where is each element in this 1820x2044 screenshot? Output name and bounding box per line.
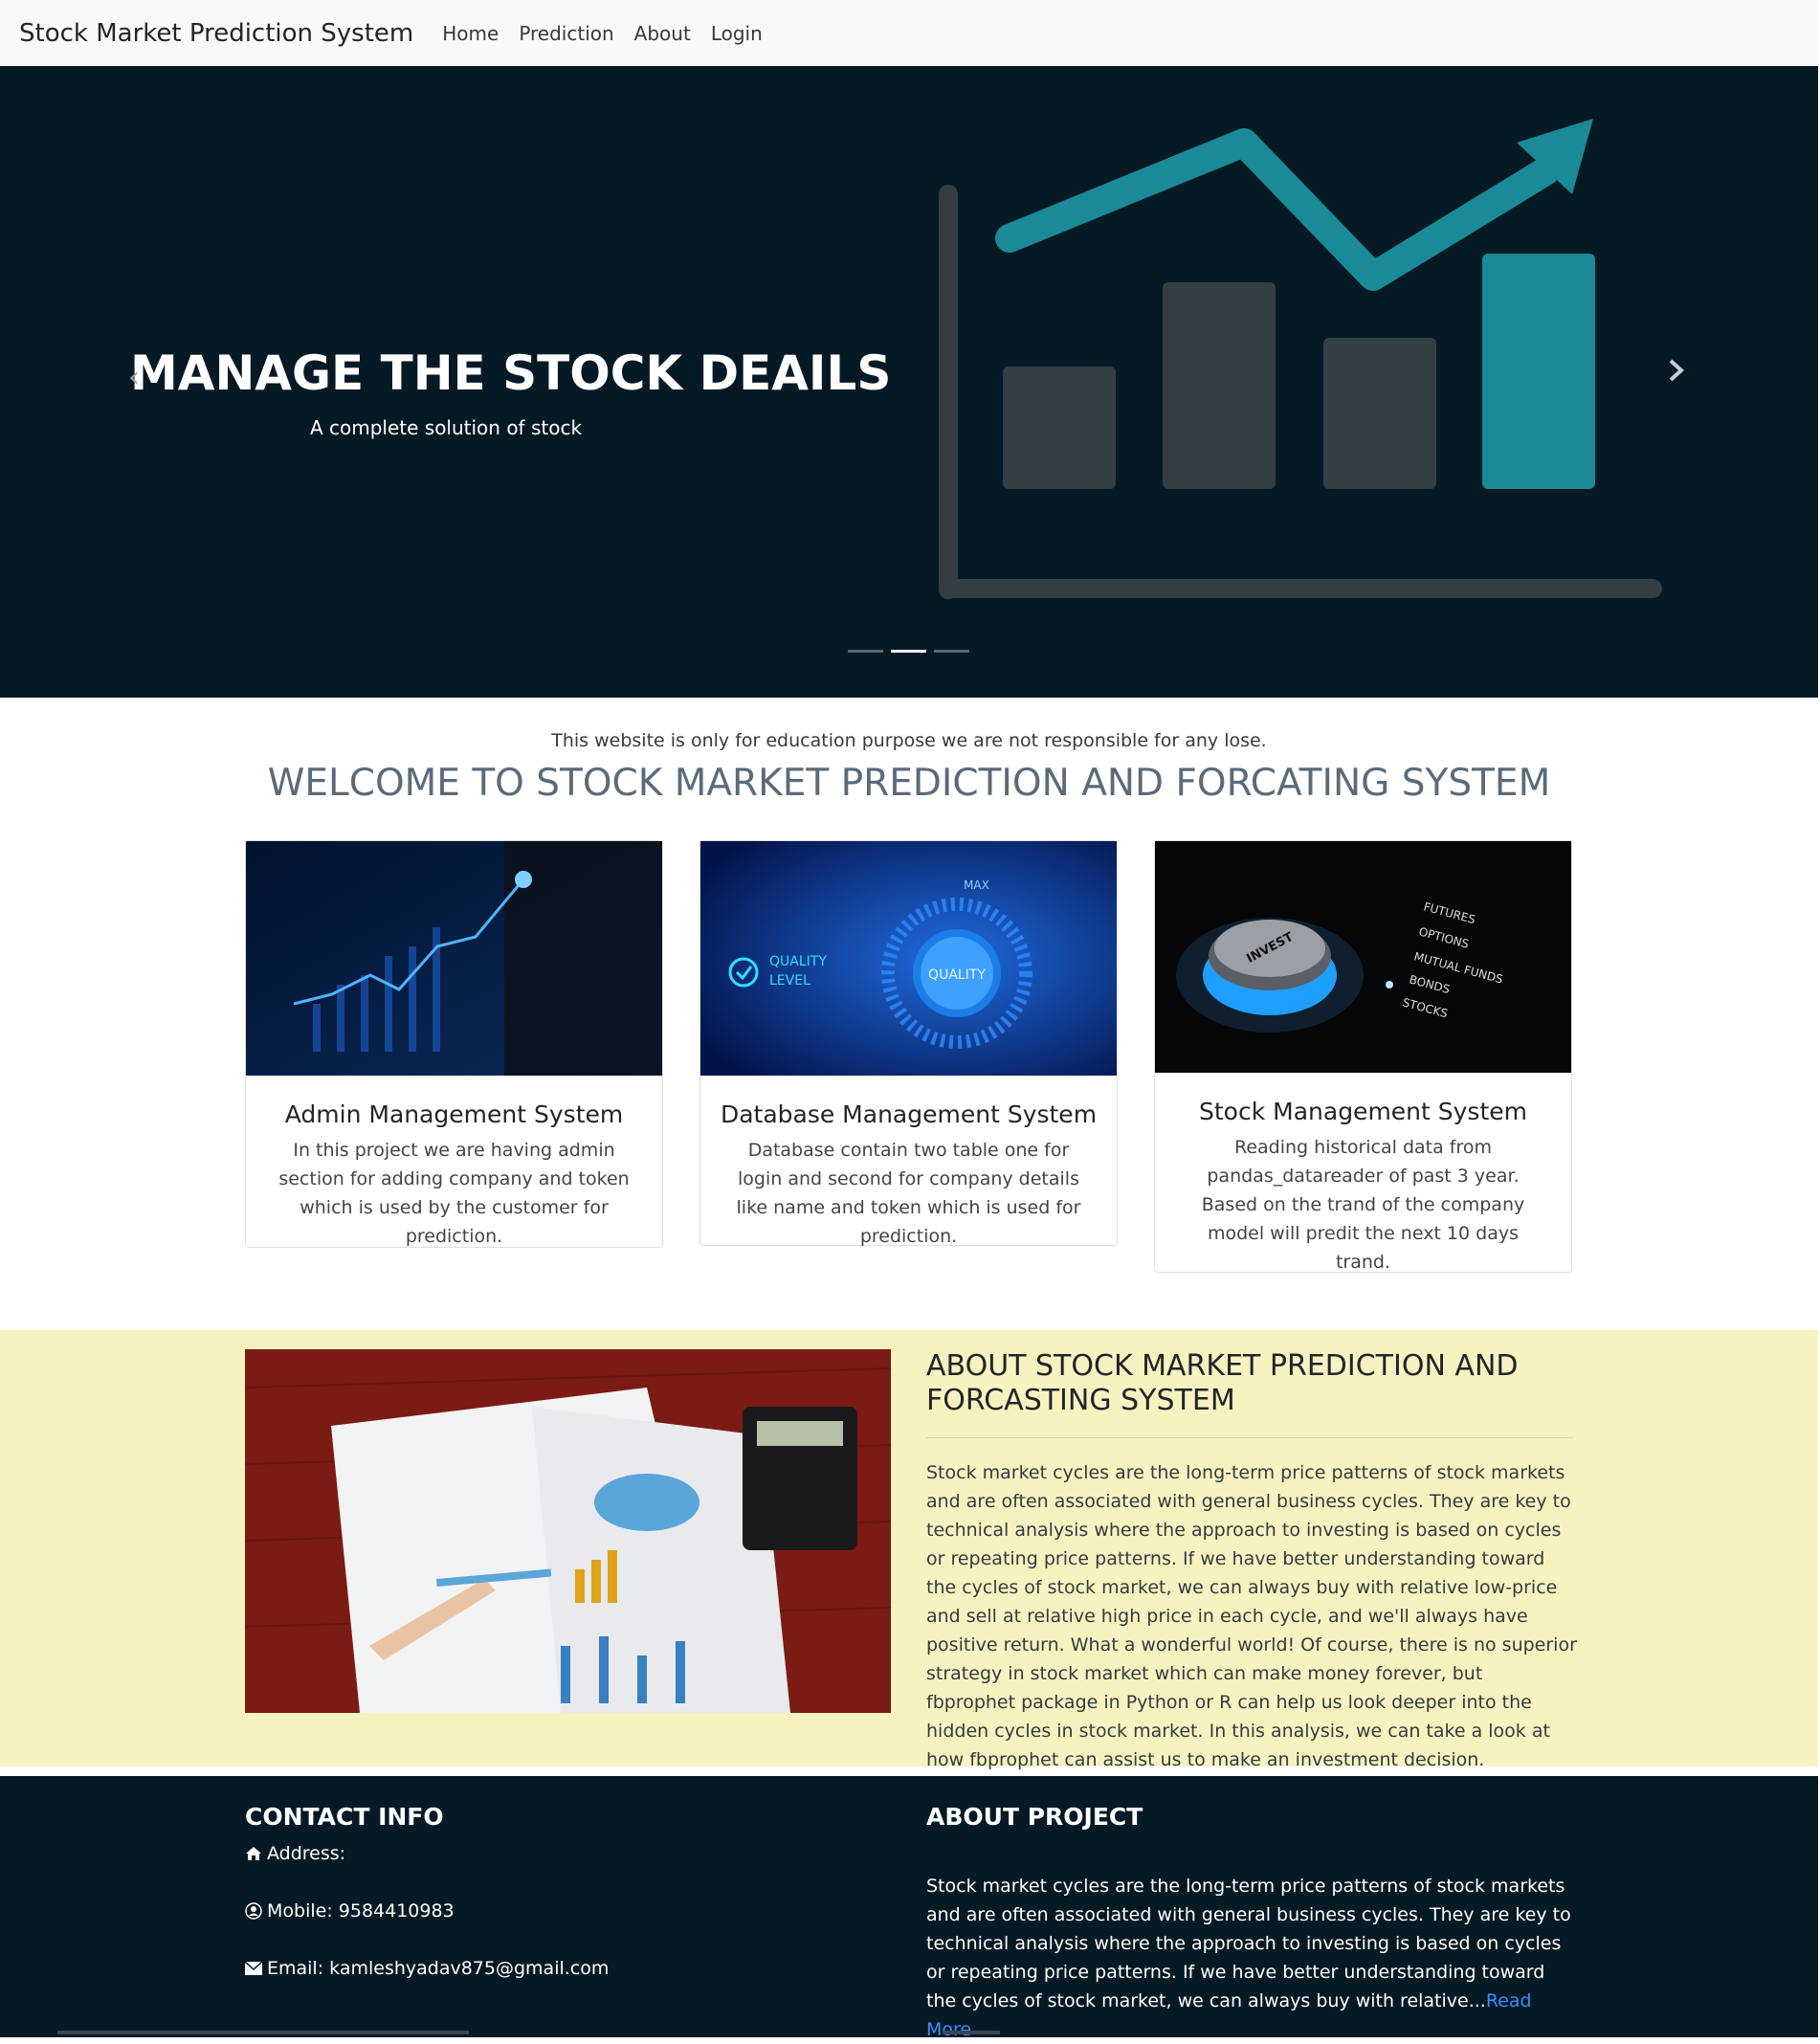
welcome-heading: WELCOME TO STOCK MARKET PREDICTION AND F… — [267, 762, 1551, 805]
hero-carousel: MANAGE THE STOCK DEAILS A complete solut… — [0, 66, 1818, 698]
scrollbar-strip — [57, 2031, 469, 2034]
nav-link-about[interactable]: About — [634, 22, 691, 45]
about-project-title: ABOUT PROJECT — [926, 1803, 1143, 1831]
mobile-text: Mobile: 9584410983 — [267, 1900, 455, 1922]
brand-link[interactable]: Stock Market Prediction System — [19, 19, 413, 48]
card-admin-image — [246, 841, 662, 1076]
envelope-icon — [245, 1962, 262, 1975]
contact-title: CONTACT INFO — [245, 1803, 444, 1831]
card-database-text: Database contain two table one for login… — [736, 1140, 1081, 1247]
card-database-max-label: MAX — [964, 878, 989, 892]
carousel-indicators — [848, 650, 969, 653]
about-title: ABOUT STOCK MARKET PREDICTION AND FORCAS… — [926, 1349, 1519, 1417]
growth-chart-illustration — [939, 119, 1662, 599]
person-circle-icon — [245, 1902, 262, 1920]
about-image — [245, 1349, 891, 1713]
card-stock-image: INVEST FUTURES OPTIONS MUTUAL FUNDS BOND… — [1155, 841, 1571, 1073]
nav-link-prediction[interactable]: Prediction — [519, 22, 613, 45]
about-section: ABOUT STOCK MARKET PREDICTION AND FORCAS… — [0, 1330, 1818, 1770]
card-admin-title: Admin Management System — [284, 1100, 624, 1128]
carousel-indicator-2[interactable] — [891, 650, 926, 653]
card-admin-text: In this project we are having admin sect… — [278, 1140, 630, 1247]
card-database-dial-label: QUALITY — [928, 967, 986, 983]
card-database-level-label: LEVEL — [769, 973, 810, 989]
card-database-image: QUALITY MAX QUALITY LEVEL — [700, 841, 1117, 1076]
carousel-next-icon[interactable] — [1665, 355, 1688, 386]
disclaimer-text: This website is only for education purpo… — [551, 730, 1267, 751]
address-text: Address: — [267, 1843, 346, 1864]
card-stock: INVEST FUTURES OPTIONS MUTUAL FUNDS BOND… — [1154, 840, 1572, 1273]
card-admin: Admin Management System In this project … — [245, 840, 663, 1248]
carousel-prev-icon[interactable]: ‹ — [128, 361, 140, 394]
card-database: QUALITY MAX QUALITY LEVEL Database Manag… — [699, 840, 1118, 1247]
card-database-title: Database Management System — [720, 1100, 1098, 1128]
hero-subtitle: A complete solution of stock — [309, 416, 583, 439]
about-divider — [926, 1437, 1573, 1438]
about-text: Stock market cycles are the long-term pr… — [926, 1462, 1577, 1770]
hero-title: MANAGE THE STOCK DEAILS — [130, 345, 892, 401]
email-line: Email: kamleshyadav875@gmail.com — [245, 1958, 609, 1979]
carousel-indicator-1[interactable] — [848, 650, 883, 653]
navbar: Stock Market Prediction System Home Pred… — [0, 0, 1818, 66]
about-project-text: Stock market cycles are the long-term pr… — [926, 1872, 1577, 2044]
footer: CONTACT INFO Address: Mobile: 9584410983… — [0, 1776, 1818, 2040]
nav-link-home[interactable]: Home — [442, 22, 499, 45]
mobile-line: Mobile: 9584410983 — [245, 1900, 455, 1922]
carousel-indicator-3[interactable] — [934, 650, 969, 653]
nav-link-login[interactable]: Login — [711, 22, 763, 45]
card-database-quality-label: QUALITY — [769, 954, 827, 969]
home-icon — [246, 1847, 261, 1860]
scrollbar-strip-2 — [943, 2031, 1000, 2034]
card-stock-title: Stock Management System — [1199, 1098, 1527, 1125]
about-project-body: Stock market cycles are the long-term pr… — [926, 1876, 1571, 2011]
card-stock-text: Reading historical data from pandas_data… — [1201, 1137, 1525, 1273]
email-text[interactable]: Email: kamleshyadav875@gmail.com — [267, 1958, 609, 1979]
address-line: Address: — [245, 1843, 345, 1864]
